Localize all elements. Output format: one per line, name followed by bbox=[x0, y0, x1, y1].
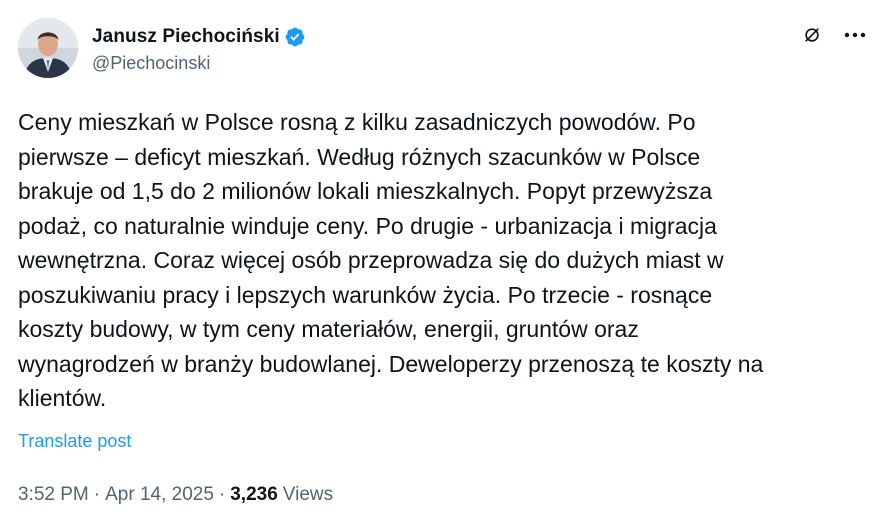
tweet: Janusz Piechociński @Piechocinski Ceny m… bbox=[0, 0, 887, 521]
header-actions bbox=[801, 24, 869, 46]
views-label[interactable]: Views bbox=[283, 484, 333, 506]
display-name[interactable]: Janusz Piechociński bbox=[92, 26, 280, 48]
meta-separator: · bbox=[93, 484, 101, 505]
name-row: Janusz Piechociński bbox=[92, 24, 306, 50]
meta-separator: · bbox=[218, 484, 226, 505]
translate-post-link[interactable]: Translate post bbox=[18, 431, 131, 452]
grok-icon[interactable] bbox=[801, 24, 823, 46]
post-time[interactable]: 3:52 PM bbox=[18, 484, 89, 506]
tweet-header: Janusz Piechociński @Piechocinski bbox=[18, 18, 869, 82]
more-icon[interactable] bbox=[841, 24, 869, 46]
post-date[interactable]: Apr 14, 2025 bbox=[105, 484, 214, 506]
post-text: Ceny mieszkań w Polsce rosną z kilku zas… bbox=[18, 109, 764, 411]
author-handle[interactable]: @Piechocinski bbox=[92, 53, 306, 74]
avatar[interactable] bbox=[18, 18, 78, 78]
verified-badge-icon[interactable] bbox=[284, 26, 306, 48]
author-info: Janusz Piechociński @Piechocinski bbox=[92, 24, 306, 74]
views-count[interactable]: 3,236 bbox=[230, 484, 278, 506]
post-meta: 3:52 PM · Apr 14, 2025 · 3,236 Views bbox=[18, 484, 333, 506]
